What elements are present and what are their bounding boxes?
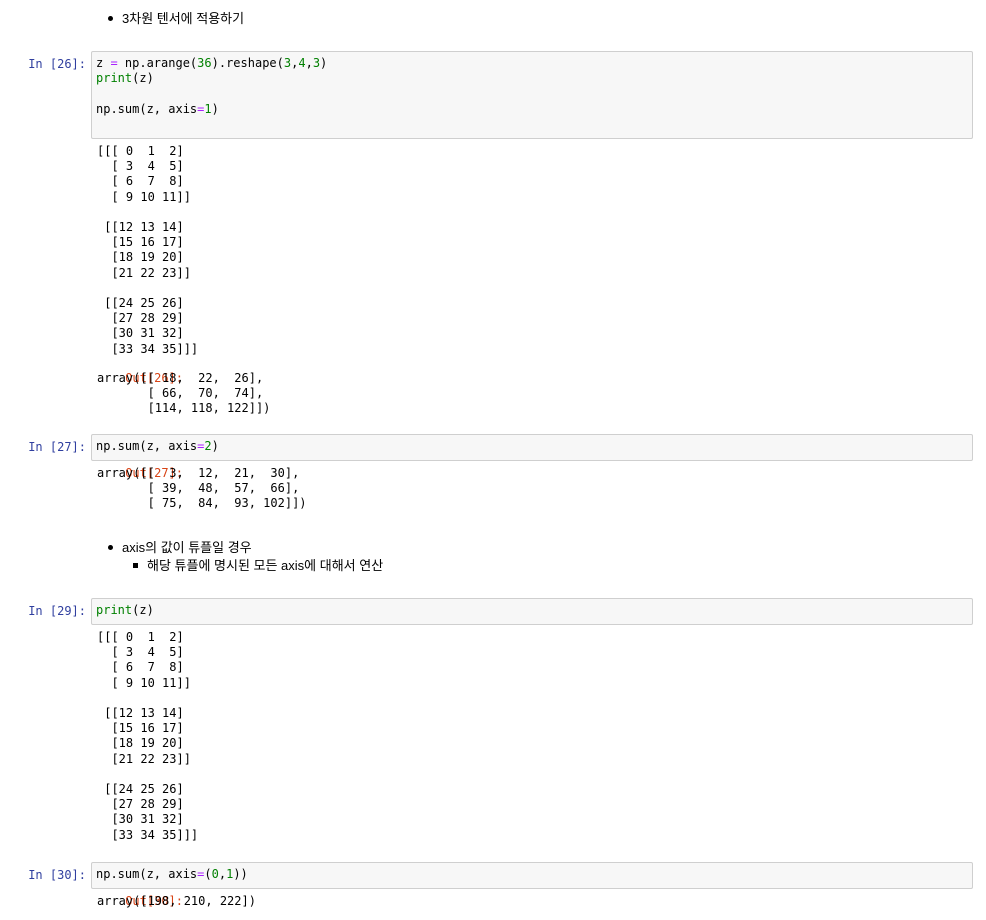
code-editor[interactable]: print(z) bbox=[96, 603, 154, 618]
bullet-square-icon bbox=[133, 563, 138, 569]
sub-bullet-text: 해당 튜플에 명시된 모든 axis에 대해서 연산 bbox=[147, 558, 384, 573]
bullet-text: axis의 값이 튜플일 경우 bbox=[122, 540, 252, 555]
code-editor[interactable]: np.sum(z, axis=(0,1)) bbox=[96, 867, 248, 882]
bullet-dot-icon bbox=[108, 545, 113, 551]
input-prompt: In [30]: bbox=[28, 868, 86, 882]
input-prompt: In [27]: bbox=[28, 440, 86, 454]
bullet-item: 3차원 텐서에 적용하기 bbox=[108, 8, 244, 27]
stdout-output: [[[ 0 1 2] [ 3 4 5] [ 6 7 8] [ 9 10 11]]… bbox=[97, 630, 199, 842]
result-output: array([[ 3, 12, 21, 30], [ 39, 48, 57, 6… bbox=[97, 466, 307, 511]
bullet-dot-icon bbox=[108, 16, 113, 22]
code-input-area[interactable] bbox=[91, 598, 973, 625]
bullet-item: axis의 값이 튜플일 경우 bbox=[108, 537, 252, 556]
sub-bullet-item: 해당 튜플에 명시된 모든 axis에 대해서 연산 bbox=[133, 555, 383, 574]
code-editor[interactable]: z = np.arange(36).reshape(3,4,3) print(z… bbox=[96, 56, 327, 117]
input-prompt: In [29]: bbox=[28, 604, 86, 618]
code-line: print(z) bbox=[96, 71, 154, 86]
bullet-text: 3차원 텐서에 적용하기 bbox=[122, 11, 245, 26]
input-prompt: In [26]: bbox=[28, 57, 86, 71]
code-line: z = np.arange(36).reshape(3,4,3) bbox=[96, 56, 328, 70]
code-editor[interactable]: np.sum(z, axis=2) bbox=[96, 439, 219, 454]
code-input-area[interactable] bbox=[91, 434, 973, 461]
stdout-output: [[[ 0 1 2] [ 3 4 5] [ 6 7 8] [ 9 10 11]]… bbox=[97, 144, 199, 356]
result-output: array([198, 210, 222]) bbox=[97, 894, 256, 908]
code-line: np.sum(z, axis=1) bbox=[96, 101, 219, 116]
result-output: array([[ 18, 22, 26], [ 66, 70, 74], [11… bbox=[97, 371, 271, 416]
